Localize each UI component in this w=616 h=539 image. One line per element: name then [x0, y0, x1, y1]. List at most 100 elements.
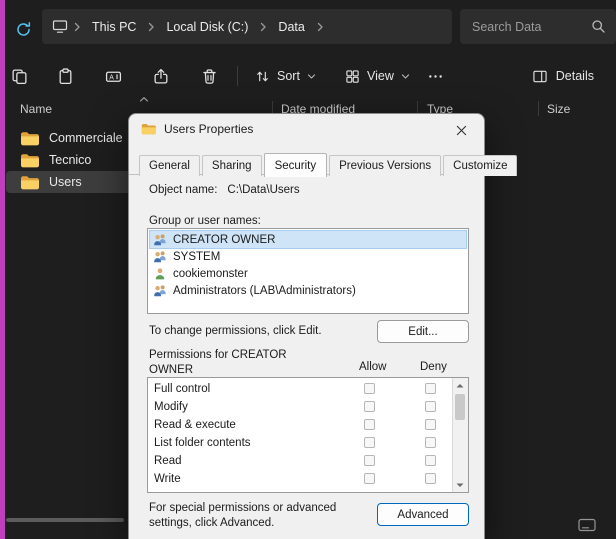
group-name: SYSTEM: [173, 251, 220, 263]
scrollbar-thumb[interactable]: [455, 394, 465, 420]
folder-icon: [20, 131, 39, 146]
permission-name: Read: [154, 455, 182, 467]
allow-checkbox[interactable]: [364, 455, 375, 466]
group-list-label: Group or user names:: [149, 215, 261, 227]
permission-row-modify[interactable]: Modify: [148, 398, 468, 416]
group-row-administrators[interactable]: Administrators (LAB\Administrators): [150, 282, 466, 299]
allow-checkbox[interactable]: [364, 419, 375, 430]
allow-checkbox[interactable]: [364, 473, 375, 484]
permission-row-write[interactable]: Write: [148, 470, 468, 488]
horizontal-scrollbar[interactable]: [6, 518, 124, 522]
file-name: Commerciale: [49, 131, 123, 145]
dialog-titlebar: Users Properties: [129, 114, 484, 144]
tab-general[interactable]: General: [139, 155, 200, 176]
permissions-scrollbar[interactable]: [452, 378, 468, 492]
group-row-cookiemonster[interactable]: cookiemonster: [150, 265, 466, 282]
chevron-right-icon: [313, 22, 327, 32]
file-name: Tecnico: [49, 153, 91, 167]
folder-icon: [141, 123, 156, 135]
group-name: Administrators (LAB\Administrators): [173, 285, 356, 297]
tab-strip: General Sharing Security Previous Versio…: [139, 153, 519, 176]
allow-checkbox[interactable]: [364, 437, 375, 448]
edit-button[interactable]: Edit...: [377, 320, 469, 343]
group-row-creator-owner[interactable]: CREATOR OWNER: [150, 231, 466, 248]
folder-icon: [20, 153, 39, 168]
allow-column-label: Allow: [359, 361, 386, 373]
dialog-title: Users Properties: [164, 122, 253, 136]
deny-checkbox[interactable]: [425, 383, 436, 394]
details-button[interactable]: Details: [522, 61, 604, 91]
permission-row-list-folder-contents[interactable]: List folder contents: [148, 434, 468, 452]
breadcrumb-data[interactable]: Data: [272, 17, 310, 37]
advanced-button[interactable]: Advanced: [377, 503, 469, 526]
column-header-name[interactable]: Name: [20, 102, 52, 116]
column-header-size[interactable]: Size: [547, 102, 570, 116]
deny-checkbox[interactable]: [425, 401, 436, 412]
permission-row-read[interactable]: Read: [148, 452, 468, 470]
deny-checkbox[interactable]: [425, 473, 436, 484]
object-name-label: Object name:: [149, 184, 217, 196]
edit-hint: To change permissions, click Edit.: [149, 325, 322, 337]
group-user-list: CREATOR OWNER SYSTEM cookiemonster Admin…: [147, 228, 469, 314]
search-box[interactable]: [460, 9, 616, 44]
copy-icon: [11, 68, 28, 85]
user-icon: [153, 267, 167, 280]
details-panel-icon: [532, 69, 548, 84]
view-toggle-icon[interactable]: [578, 518, 596, 532]
close-icon: [456, 125, 467, 136]
chevron-right-icon: [256, 22, 270, 32]
allow-checkbox[interactable]: [364, 383, 375, 394]
computer-icon: [52, 19, 68, 34]
sort-button[interactable]: Sort: [246, 61, 325, 91]
deny-checkbox[interactable]: [425, 455, 436, 466]
paste-button[interactable]: [48, 61, 82, 91]
permission-row-full-control[interactable]: Full control: [148, 380, 468, 398]
tab-previous-versions[interactable]: Previous Versions: [329, 155, 441, 176]
copy-button[interactable]: [2, 61, 36, 91]
group-name: CREATOR OWNER: [173, 234, 275, 246]
permission-name: Write: [154, 473, 181, 485]
deny-checkbox[interactable]: [425, 437, 436, 448]
details-label: Details: [556, 69, 594, 83]
tab-sharing[interactable]: Sharing: [202, 155, 262, 176]
scroll-down-icon[interactable]: [453, 478, 467, 492]
refresh-icon: [15, 21, 32, 38]
tab-customize[interactable]: Customize: [443, 155, 517, 176]
permission-name: Read & execute: [154, 419, 236, 431]
view-icon: [345, 69, 360, 84]
advanced-hint: For special permissions or advanced sett…: [149, 501, 377, 531]
permission-name: Modify: [154, 401, 188, 413]
svg-text:A: A: [109, 74, 114, 81]
chevron-right-icon: [144, 22, 158, 32]
address-bar[interactable]: This PC Local Disk (C:) Data: [42, 9, 452, 44]
more-options-button[interactable]: [420, 61, 450, 91]
breadcrumb-local-disk-c[interactable]: Local Disk (C:): [160, 17, 254, 37]
file-name: Users: [49, 175, 82, 189]
allow-checkbox[interactable]: [364, 401, 375, 412]
refresh-button[interactable]: [9, 15, 37, 43]
rename-icon: A: [105, 68, 122, 85]
trash-icon: [201, 68, 218, 85]
group-icon: [153, 284, 167, 297]
scroll-up-icon[interactable]: [453, 378, 467, 392]
view-label: View: [367, 69, 394, 83]
tab-security[interactable]: Security: [264, 153, 328, 177]
breadcrumb-this-pc[interactable]: This PC: [86, 17, 142, 37]
group-row-system[interactable]: SYSTEM: [150, 248, 466, 265]
search-input[interactable]: [470, 19, 585, 35]
sort-label: Sort: [277, 69, 300, 83]
folder-icon: [20, 175, 39, 190]
permission-row-read-execute[interactable]: Read & execute: [148, 416, 468, 434]
deny-checkbox[interactable]: [425, 419, 436, 430]
group-icon: [153, 250, 167, 263]
rename-button[interactable]: A: [96, 61, 130, 91]
close-button[interactable]: [446, 118, 476, 142]
share-button[interactable]: [144, 61, 178, 91]
delete-button[interactable]: [192, 61, 226, 91]
chevron-right-icon: [70, 22, 84, 32]
chevron-down-icon: [401, 73, 410, 80]
permissions-list: Full control Modify Read & execute List …: [147, 377, 469, 493]
sort-icon: [255, 69, 270, 84]
paste-icon: [57, 68, 74, 85]
view-button[interactable]: View: [336, 61, 419, 91]
